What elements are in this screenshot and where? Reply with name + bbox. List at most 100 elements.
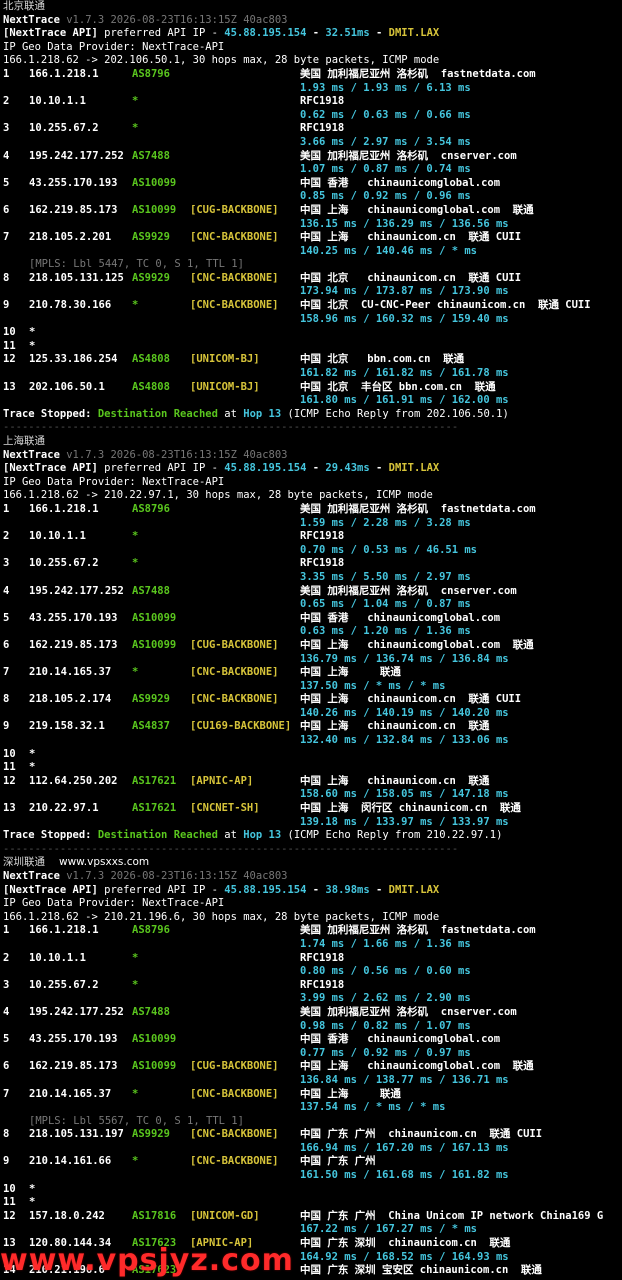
hop-row: 1 166.1.218.1 AS8796 美国 加利福尼亚州 洛杉矶 fastnetd… bbox=[3, 924, 622, 938]
hop-number: 5 bbox=[3, 1033, 10, 1046]
hop-geo: 中国 上海 chinaunicom.cn 联通 CUII bbox=[300, 231, 522, 244]
latency-line: 139.18 ms / 133.97 ms / 133.97 ms bbox=[3, 816, 622, 830]
hop-row: 2 10.10.1.1 * RFC1918 bbox=[3, 952, 622, 966]
stopped-part: (ICMP Echo Reply from 210.22.97.1) bbox=[281, 829, 503, 842]
hop-backbone: [CNC-BACKBONE] bbox=[190, 1128, 279, 1141]
hop-latency: 136.15 ms / 136.29 ms / 136.56 ms bbox=[300, 217, 509, 230]
api-part: 45.88.195.154 bbox=[224, 27, 307, 40]
hop-row: 9 210.14.161.66 * [CNC-BACKBONE] 中国 广东 广州 bbox=[3, 1155, 622, 1169]
hop-row: 3 10.255.67.2 * RFC1918 bbox=[3, 122, 622, 136]
hop-latency: 137.50 ms / * ms / * ms bbox=[300, 679, 446, 692]
hop-number: 10 bbox=[3, 326, 16, 339]
hop-latency: 136.84 ms / 138.77 ms / 136.71 ms bbox=[300, 1073, 509, 1086]
hop-geo: 美国 加利福尼亚州 洛杉矶 fastnetdata.com bbox=[300, 67, 536, 80]
api-part: - bbox=[369, 883, 389, 896]
hop-geo: 美国 加利福尼亚州 洛杉矶 fastnetdata.com bbox=[300, 502, 536, 515]
hop-ip: 210.22.97.1 bbox=[29, 802, 99, 815]
hop-ip: * bbox=[29, 747, 36, 760]
api-part: - bbox=[306, 883, 326, 896]
hop-backbone: [CNC-BACKBONE] bbox=[190, 1087, 279, 1100]
hop-geo: RFC1918 bbox=[300, 557, 345, 570]
hop-number: 1 bbox=[3, 67, 10, 80]
api-part: - bbox=[306, 27, 326, 40]
hop-row: 6 162.219.85.173 AS10099 [CUG-BACKBONE] 中国 上… bbox=[3, 639, 622, 653]
latency-line: 161.82 ms / 161.82 ms / 161.78 ms bbox=[3, 367, 622, 381]
hop-geo: 美国 加利福尼亚州 洛杉矶 cnserver.com bbox=[300, 1005, 517, 1018]
hop-ip: * bbox=[29, 326, 36, 339]
latency-line: 132.40 ms / 132.84 ms / 133.06 ms bbox=[3, 734, 622, 748]
hop-latency: 3.35 ms / 5.50 ms / 2.97 ms bbox=[300, 570, 471, 583]
hop-latency: 137.54 ms / * ms / * ms bbox=[300, 1101, 446, 1114]
mpls-label: [MPLS: Lbl 5567, TC 0, S 1, TTL 1] bbox=[29, 1114, 244, 1127]
hop-ip: 195.242.177.252 bbox=[29, 149, 124, 162]
hop-geo: 美国 加利福尼亚州 洛杉矶 cnserver.com bbox=[300, 584, 517, 597]
hop-latency: 132.40 ms / 132.84 ms / 133.06 ms bbox=[300, 734, 509, 747]
hop-ip: 166.1.218.1 bbox=[29, 924, 99, 937]
hop-number: 5 bbox=[3, 611, 10, 624]
hop-number: 2 bbox=[3, 95, 10, 108]
latency-line: 140.25 ms / 140.46 ms / * ms bbox=[3, 245, 622, 259]
hop-asn: AS10099 bbox=[132, 203, 177, 216]
hop-latency: 0.85 ms / 0.92 ms / 0.96 ms bbox=[300, 190, 471, 203]
hop-backbone: [UNICOM-BJ] bbox=[190, 353, 260, 366]
app-name: NextTrace bbox=[3, 448, 60, 461]
hop-latency: 0.70 ms / 0.53 ms / 46.51 ms bbox=[300, 543, 478, 556]
api-part: [NextTrace API] bbox=[3, 462, 98, 475]
hop-row: 6 162.219.85.173 AS10099 [CUG-BACKBONE] 中国 上… bbox=[3, 204, 622, 218]
latency-line: 173.94 ms / 173.87 ms / 173.90 ms bbox=[3, 285, 622, 299]
hop-ip: 157.18.0.242 bbox=[29, 1209, 105, 1222]
hop-number: 3 bbox=[3, 557, 10, 570]
hop-asn: AS17621 bbox=[132, 802, 177, 815]
latency-line: 0.77 ms / 0.92 ms / 0.97 ms bbox=[3, 1047, 622, 1061]
hop-geo: 中国 上海 chinaunicomglobal.com 联通 bbox=[300, 203, 534, 216]
hop-number: 3 bbox=[3, 978, 10, 991]
hop-ip: 43.255.170.193 bbox=[29, 1033, 118, 1046]
latency-line: 158.60 ms / 158.05 ms / 147.18 ms bbox=[3, 788, 622, 802]
section-title: 北京联通 bbox=[3, 0, 622, 14]
hop-asn: AS8796 bbox=[132, 502, 170, 515]
latency-line: 0.98 ms / 0.82 ms / 1.07 ms bbox=[3, 1020, 622, 1034]
hop-asn: AS10099 bbox=[132, 1060, 177, 1073]
latency-line: 0.65 ms / 1.04 ms / 0.87 ms bbox=[3, 598, 622, 612]
trace-target-line: 166.1.218.62 -> 210.21.196.6, 30 hops ma… bbox=[3, 911, 622, 925]
hop-ip: 218.105.2.174 bbox=[29, 693, 112, 706]
hop-asn: AS7488 bbox=[132, 584, 170, 597]
stopped-part: Destination Reached bbox=[97, 407, 218, 420]
hop-geo: 中国 上海 闵行区 chinaunicom.cn 联通 bbox=[300, 802, 521, 815]
hop-ip: 162.219.85.173 bbox=[29, 1060, 118, 1073]
hop-number: 8 bbox=[3, 271, 10, 284]
hop-row: 4 195.242.177.252 AS7488 美国 加利福尼亚州 洛杉矶 cnse… bbox=[3, 585, 622, 599]
hop-ip: 218.105.2.201 bbox=[29, 231, 112, 244]
hop-row: 3 10.255.67.2 * RFC1918 bbox=[3, 557, 622, 571]
hop-latency: 1.07 ms / 0.87 ms / 0.74 ms bbox=[300, 163, 471, 176]
hop-geo: RFC1918 bbox=[300, 951, 345, 964]
hop-asn: * bbox=[132, 978, 139, 991]
hop-row: 12 157.18.0.242 AS17816 [UNICOM-GD] 中国 广东 广州… bbox=[3, 1210, 622, 1224]
hop-row: 8 218.105.2.174 AS9929 [CNC-BACKBONE] 中国 上海 … bbox=[3, 693, 622, 707]
section-title: 上海联通 bbox=[3, 435, 622, 449]
latency-line: 0.80 ms / 0.56 ms / 0.60 ms bbox=[3, 965, 622, 979]
hop-ip: 10.10.1.1 bbox=[29, 951, 86, 964]
version-line: NextTrace v1.7.3 2026-08-23T16:13:15Z 40… bbox=[3, 14, 622, 28]
hop-backbone: [UNICOM-GD] bbox=[190, 1209, 260, 1222]
hop-row: 6 162.219.85.173 AS10099 [CUG-BACKBONE] 中国 上… bbox=[3, 1060, 622, 1074]
hop-latency: 167.22 ms / 167.27 ms / * ms bbox=[300, 1223, 478, 1236]
api-part: - bbox=[369, 462, 389, 475]
hop-number: 4 bbox=[3, 584, 10, 597]
latency-line: 140.26 ms / 140.19 ms / 140.20 ms bbox=[3, 707, 622, 721]
separator-line: ----------------------------------------… bbox=[3, 421, 622, 435]
hop-number: 2 bbox=[3, 530, 10, 543]
hop-geo: 中国 北京 bbn.com.cn 联通 bbox=[300, 353, 465, 366]
hop-number: 1 bbox=[3, 924, 10, 937]
hop-ip: 162.219.85.173 bbox=[29, 638, 118, 651]
hop-asn: AS9929 bbox=[132, 231, 170, 244]
hop-number: 2 bbox=[3, 951, 10, 964]
hop-asn: AS7488 bbox=[132, 149, 170, 162]
api-part: DMIT.LAX bbox=[388, 883, 440, 896]
hop-latency: 158.60 ms / 158.05 ms / 147.18 ms bbox=[300, 788, 509, 801]
app-name: NextTrace bbox=[3, 870, 60, 882]
hop-ip: * bbox=[29, 339, 36, 352]
hop-ip: 210.14.161.66 bbox=[29, 1155, 112, 1168]
hop-ip: 210.14.165.37 bbox=[29, 1087, 112, 1100]
hop-geo: 中国 广东 深圳 宝安区 chinaunicom.cn 联通 bbox=[300, 1264, 542, 1277]
